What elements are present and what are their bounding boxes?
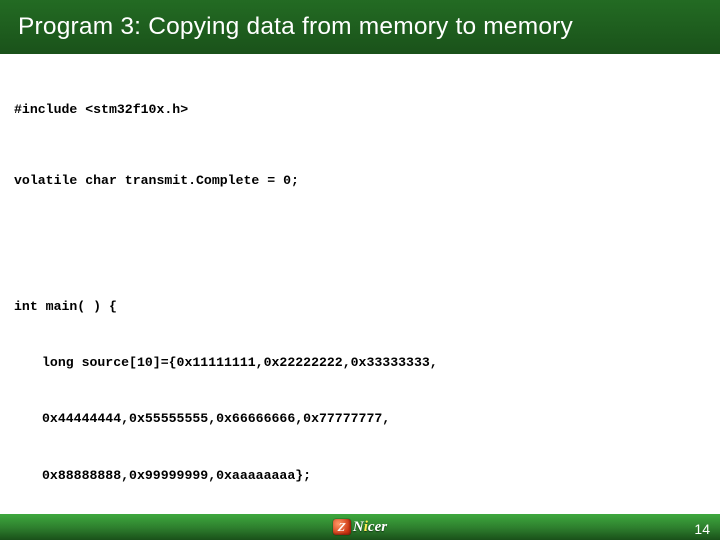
source-init-2: 0x44444444,0x55555555,0x66666666,0x77777… [14,410,706,429]
source-init-1: long source[10]={0x11111111,0x22222222,0… [14,354,706,373]
logo-n: N [353,519,364,535]
slide-title: Program 3: Copying data from memory to m… [18,13,573,41]
main-signature: int main( ) { [14,298,706,317]
logo: Z Nicer [333,519,387,536]
main-decl-block: int main( ) { long source[10]={0x1111111… [14,261,706,540]
logo-cer: cer [368,519,387,535]
logo-text: Nicer [353,519,387,536]
source-init-3: 0x88888888,0x99999999,0xaaaaaaaa}; [14,467,706,486]
code-block: #include <stm32f10x.h> volatile char tra… [0,54,720,540]
page-number: 14 [694,521,710,537]
logo-z: Z [337,520,346,535]
logo-badge-icon: Z [333,519,351,535]
footer-bar: Z Nicer 14 [0,514,720,540]
include-line: #include <stm32f10x.h> [14,101,706,120]
title-bar: Program 3: Copying data from memory to m… [0,0,720,54]
slide: Program 3: Copying data from memory to m… [0,0,720,540]
volatile-line: volatile char transmit.Complete = 0; [14,172,706,191]
